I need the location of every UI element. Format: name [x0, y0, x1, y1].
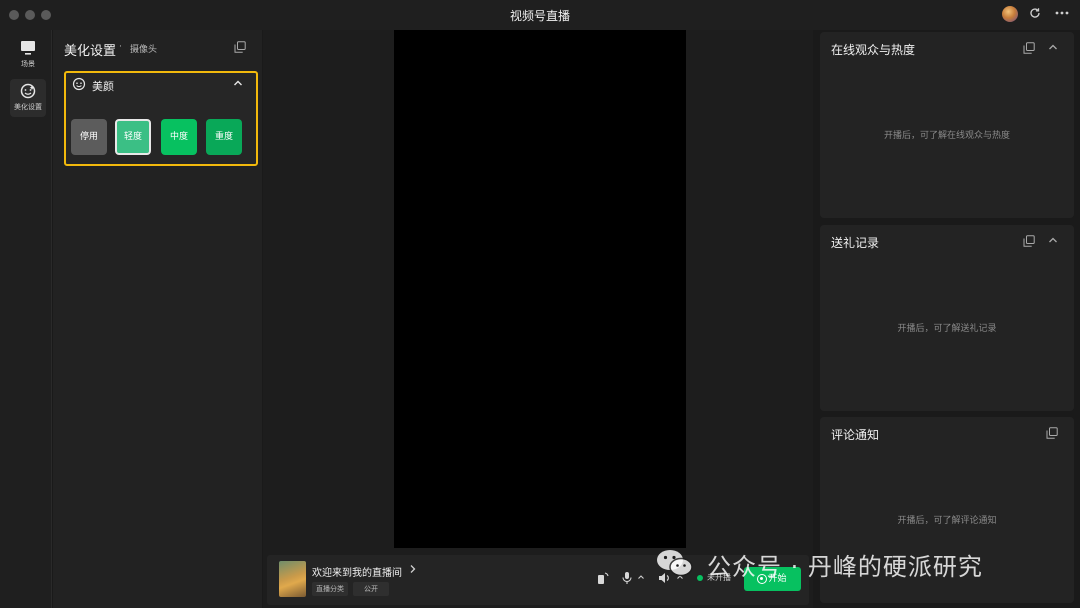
popout-icon[interactable]: [234, 41, 246, 53]
empty-state-text: 开播后，可了解送礼记录: [897, 324, 997, 334]
panel-title: 送礼记录: [831, 236, 880, 250]
rail-item-label: 美化设置: [14, 103, 42, 111]
beauty-face-icon: [72, 77, 86, 91]
preview-area: 欢迎来到我的直播间 直播分类 公开 未开播 开始: [263, 30, 813, 608]
audience-heat-panel: 在线观众与热度 开播后，可了解在线观众与热度: [820, 32, 1074, 218]
panel-separator: ·: [119, 42, 122, 52]
left-rail: 场景 美化设置: [0, 30, 52, 608]
visibility-tag[interactable]: 公开: [353, 582, 389, 596]
rotate-screen-icon[interactable]: [596, 571, 610, 585]
panel-subtitle: 摄像头: [130, 45, 158, 55]
rail-item-label: 场景: [21, 60, 35, 68]
video-preview: [394, 30, 686, 548]
beauty-level-light-button[interactable]: 轻度: [115, 119, 151, 155]
cover-thumbnail[interactable]: [279, 561, 306, 597]
panel-title: 在线观众与热度: [831, 43, 916, 57]
beauty-face-icon: [20, 83, 36, 99]
window-title: 视频号直播: [509, 9, 570, 23]
title-bar: 视频号直播: [0, 0, 1080, 30]
refresh-icon[interactable]: [1026, 6, 1044, 24]
beauty-level-off-button[interactable]: 停用: [71, 119, 107, 155]
panel-title: 评论通知: [831, 428, 880, 442]
user-avatar[interactable]: [1002, 6, 1018, 22]
more-options-icon[interactable]: [1053, 6, 1071, 24]
room-title[interactable]: 欢迎来到我的直播间: [312, 564, 402, 579]
monitor-icon: [21, 41, 35, 55]
beauty-settings-panel: 美化设置 · 摄像头 美颜 停用 轻度 中度 重度: [53, 30, 262, 608]
panel-title: 美化设置: [64, 44, 117, 59]
beauty-section: 美颜 停用 轻度 中度 重度: [64, 71, 258, 166]
chevron-right-icon[interactable]: [409, 564, 417, 577]
watermark-text: 公众号 · 丹峰的硬派研究: [707, 553, 983, 581]
popout-icon[interactable]: [1046, 427, 1058, 439]
popout-icon[interactable]: [1023, 42, 1035, 54]
category-tag[interactable]: 直播分类: [312, 582, 348, 596]
wechat-logo-icon: [657, 550, 693, 577]
chevron-up-icon[interactable]: [637, 573, 645, 583]
microphone-icon[interactable]: [620, 571, 634, 585]
popout-icon[interactable]: [1023, 235, 1035, 247]
beauty-level-heavy-button[interactable]: 重度: [206, 119, 242, 155]
rail-item-beauty[interactable]: 美化设置: [10, 79, 46, 117]
empty-state-text: 开播后，可了解评论通知: [897, 516, 997, 526]
beauty-level-medium-button[interactable]: 中度: [161, 119, 197, 155]
chevron-up-icon[interactable]: [232, 77, 244, 89]
rail-item-scene[interactable]: 场景: [10, 36, 46, 74]
chevron-up-icon[interactable]: [1047, 234, 1059, 246]
status-indicator-dot: [697, 575, 703, 581]
gift-records-panel: 送礼记录 开播后，可了解送礼记录: [820, 225, 1074, 411]
chevron-up-icon[interactable]: [1047, 41, 1059, 53]
empty-state-text: 开播后，可了解在线观众与热度: [883, 131, 1010, 141]
beauty-title: 美颜: [92, 80, 114, 93]
